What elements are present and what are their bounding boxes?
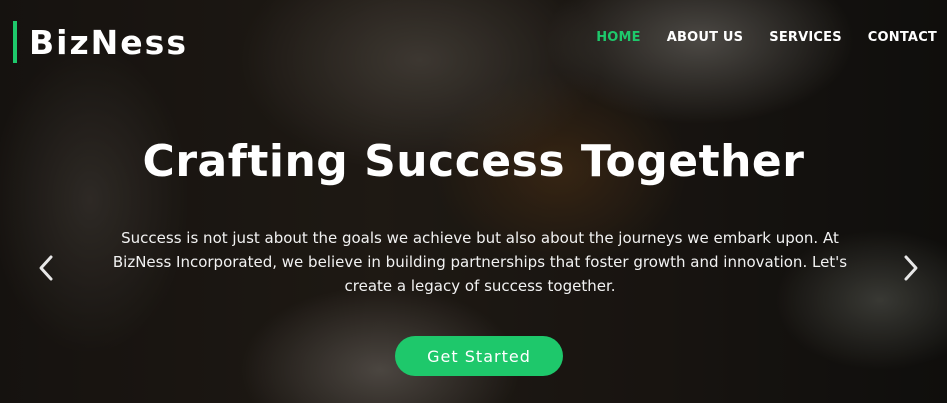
nav-item-about-us[interactable]: ABOUT US	[667, 30, 744, 45]
hero-subtext: Success is not just about the goals we a…	[112, 229, 848, 295]
carousel-prev-button[interactable]	[34, 252, 58, 284]
hero-content: BizNess HOME ABOUT US SERVICES CONTACT C…	[0, 0, 947, 403]
nav-item-contact[interactable]: CONTACT	[868, 30, 937, 45]
nav-item-services[interactable]: SERVICES	[769, 30, 842, 45]
hero-headline: Crafting Success Together	[142, 136, 805, 187]
brand-name: BizNess	[29, 22, 188, 62]
carousel-next-button[interactable]	[899, 252, 923, 284]
get-started-button[interactable]: Get Started	[395, 336, 563, 376]
main-nav: HOME ABOUT US SERVICES CONTACT	[596, 30, 937, 45]
nav-item-home[interactable]: HOME	[596, 30, 641, 45]
chevron-right-icon	[904, 255, 918, 281]
brand-logo[interactable]: BizNess	[13, 21, 188, 63]
chevron-left-icon	[39, 255, 53, 281]
